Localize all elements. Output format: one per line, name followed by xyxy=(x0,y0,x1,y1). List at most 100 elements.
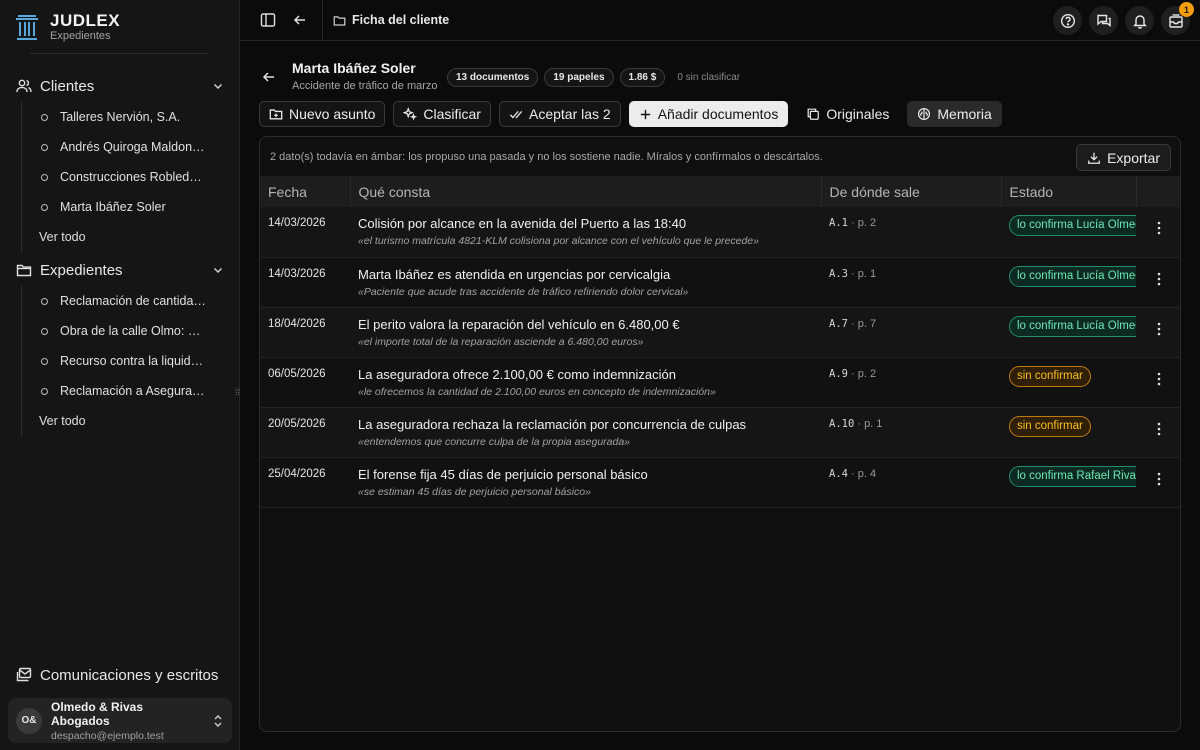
column-header-actions xyxy=(1136,176,1180,207)
new-case-button[interactable]: Nuevo asunto xyxy=(259,101,386,127)
sidebar-item-client[interactable]: Talleres Nervión, S.A. xyxy=(22,102,240,132)
status-badge[interactable]: sin confirmar xyxy=(1009,365,1091,387)
topbar: Ficha del cliente 1 xyxy=(240,0,1200,41)
sidebar-item-case[interactable]: Reclamación de cantidad a proveedor xyxy=(22,286,240,316)
plus-icon xyxy=(639,108,652,121)
bullet-icon xyxy=(41,297,48,305)
help-icon xyxy=(1060,13,1076,29)
row-fact-cell: El forense fija 45 días de perjuicio per… xyxy=(350,457,821,507)
memory-button[interactable]: Memoria xyxy=(907,101,1002,127)
column-header-date[interactable]: Fecha xyxy=(260,176,351,207)
row-source[interactable]: A.4 · p. 4 xyxy=(821,457,1001,507)
row-menu-cell xyxy=(1136,207,1180,257)
bullet-icon xyxy=(41,357,48,365)
sidebar-toggle-icon[interactable] xyxy=(252,4,284,36)
sidebar: JUDLEX Expedientes Clientes Talleres Ner… xyxy=(0,0,240,750)
cases-tree: Reclamación de cantidad a proveedor Obra… xyxy=(21,286,240,436)
table-row[interactable]: 25/04/2026 El forense fija 45 días de pe… xyxy=(260,457,1180,507)
add-documents-button[interactable]: Añadir documentos xyxy=(628,101,789,127)
facts-table: Fecha Qué consta De dónde sale Estado 14… xyxy=(260,176,1180,508)
table-row[interactable]: 14/03/2026 Colisión por alcance en la av… xyxy=(260,207,1180,257)
table-row[interactable]: 18/04/2026 El perito valora la reparació… xyxy=(260,307,1180,357)
stat-cost: 1.86 $ xyxy=(619,68,666,87)
status-badge[interactable]: lo confirma Lucía Olmedo xyxy=(1009,265,1136,287)
add-documents-label: Añadir documentos xyxy=(657,106,779,122)
status-badge[interactable]: lo confirma Lucía Olmedo xyxy=(1009,215,1136,236)
kebab-icon[interactable] xyxy=(1152,470,1166,488)
column-header-status[interactable]: Estado xyxy=(1001,176,1137,207)
kebab-icon[interactable] xyxy=(1152,420,1166,438)
sidebar-item-client[interactable]: Construcciones Robledal S.L. xyxy=(22,162,240,192)
column-header-source[interactable]: De dónde sale xyxy=(821,176,1002,207)
copy-icon xyxy=(806,107,820,121)
row-source[interactable]: A.9 · p. 2 xyxy=(821,357,1001,407)
row-menu-cell xyxy=(1136,457,1180,507)
row-source[interactable]: A.3 · p. 1 xyxy=(821,257,1001,307)
sidebar-item-client[interactable]: Marta Ibáñez Soler xyxy=(22,192,240,222)
topbar-actions: 1 xyxy=(1053,2,1194,35)
comms-link[interactable]: Comunicaciones y escritos xyxy=(0,660,240,690)
row-status-cell: sin confirmar xyxy=(1001,407,1136,457)
row-source[interactable]: A.1 · p. 2 xyxy=(821,207,1001,257)
row-source[interactable]: A.10 · p. 1 xyxy=(821,407,1001,457)
mail-stack-icon xyxy=(16,667,32,683)
bullet-icon xyxy=(41,113,48,121)
table-row[interactable]: 06/05/2026 La aseguradora ofrece 2.100,0… xyxy=(260,357,1180,407)
row-quote: «Paciente que acude tras accidente de tr… xyxy=(358,285,689,298)
row-source[interactable]: A.7 · p. 7 xyxy=(821,307,1001,357)
originals-button[interactable]: Originales xyxy=(796,101,899,127)
brand[interactable]: JUDLEX Expedientes xyxy=(14,12,120,43)
table-body: 14/03/2026 Colisión por alcance en la av… xyxy=(260,207,1180,507)
sidebar-item-client[interactable]: Andrés Quiroga Maldonado xyxy=(22,132,240,162)
kebab-icon[interactable] xyxy=(1152,219,1166,237)
breadcrumb: Ficha del cliente xyxy=(333,13,449,27)
accept-button[interactable]: Aceptar las 2 xyxy=(498,101,621,127)
divider xyxy=(30,53,209,54)
clients-tree: Talleres Nervión, S.A. Andrés Quiroga Ma… xyxy=(21,102,240,252)
notifications-button[interactable] xyxy=(1125,6,1154,35)
row-quote: «se estiman 45 días de perjuicio persona… xyxy=(358,485,591,498)
arrow-left-icon[interactable] xyxy=(284,4,316,36)
originals-label: Originales xyxy=(826,106,890,122)
kebab-icon[interactable] xyxy=(1152,320,1166,338)
divider xyxy=(322,0,323,41)
chevron-down-icon[interactable] xyxy=(212,80,224,92)
bullet-icon xyxy=(41,203,48,211)
memory-label: Memoria xyxy=(937,106,992,122)
kebab-icon[interactable] xyxy=(1152,270,1166,288)
cases-header[interactable]: Expedientes xyxy=(0,254,240,286)
clients-view-all[interactable]: Ver todo xyxy=(22,222,240,252)
row-fact: La aseguradora rechaza la reclamación po… xyxy=(358,416,747,432)
help-button[interactable] xyxy=(1053,6,1082,35)
inbox-button[interactable]: 1 xyxy=(1161,2,1194,35)
row-fact: La aseguradora ofrece 2.100,00 € como in… xyxy=(358,366,676,382)
chevron-down-icon[interactable] xyxy=(212,264,224,276)
sidebar-resize-handle[interactable]: ⁞⁞ xyxy=(235,388,243,402)
sidebar-item-case[interactable]: Obra de la calle Olmo: vicios xyxy=(22,316,240,346)
bullet-icon xyxy=(41,143,48,151)
account-switcher[interactable]: O& Olmedo & Rivas Abogados despacho@ejem… xyxy=(8,698,232,743)
account-email: despacho@ejemplo.test xyxy=(51,729,164,742)
source-page: · p. 1 xyxy=(854,417,883,430)
chat-icon xyxy=(1096,13,1112,29)
column-header-fact[interactable]: Qué consta xyxy=(350,176,822,207)
table-row[interactable]: 14/03/2026 Marta Ibáñez es atendida en u… xyxy=(260,257,1180,307)
bullet-icon xyxy=(41,327,48,335)
source-page: · p. 2 xyxy=(847,217,877,229)
chat-button[interactable] xyxy=(1089,6,1118,35)
row-date: 14/03/2026 xyxy=(268,267,326,280)
sidebar-item-case[interactable]: Recurso contra la liquidación xyxy=(22,346,240,376)
status-badge[interactable]: sin confirmar xyxy=(1009,415,1091,437)
cases-view-all[interactable]: Ver todo xyxy=(22,406,240,436)
source-code: A.3 xyxy=(829,267,848,280)
status-badge[interactable]: lo confirma Rafael Rivas xyxy=(1009,465,1136,487)
export-button[interactable]: Exportar xyxy=(1076,144,1171,171)
clients-header[interactable]: Clientes xyxy=(0,70,240,102)
status-badge[interactable]: lo confirma Lucía Olmedo xyxy=(1009,315,1136,337)
sidebar-item-case[interactable]: Reclamación a Aseguradora xyxy=(22,376,240,406)
table-row[interactable]: 20/05/2026 La aseguradora rechaza la rec… xyxy=(260,407,1180,457)
kebab-icon[interactable] xyxy=(1152,370,1166,388)
row-fact: El forense fija 45 días de perjuicio per… xyxy=(358,466,648,482)
arrow-left-icon[interactable] xyxy=(262,70,280,88)
classify-button[interactable]: Clasificar xyxy=(393,101,491,127)
